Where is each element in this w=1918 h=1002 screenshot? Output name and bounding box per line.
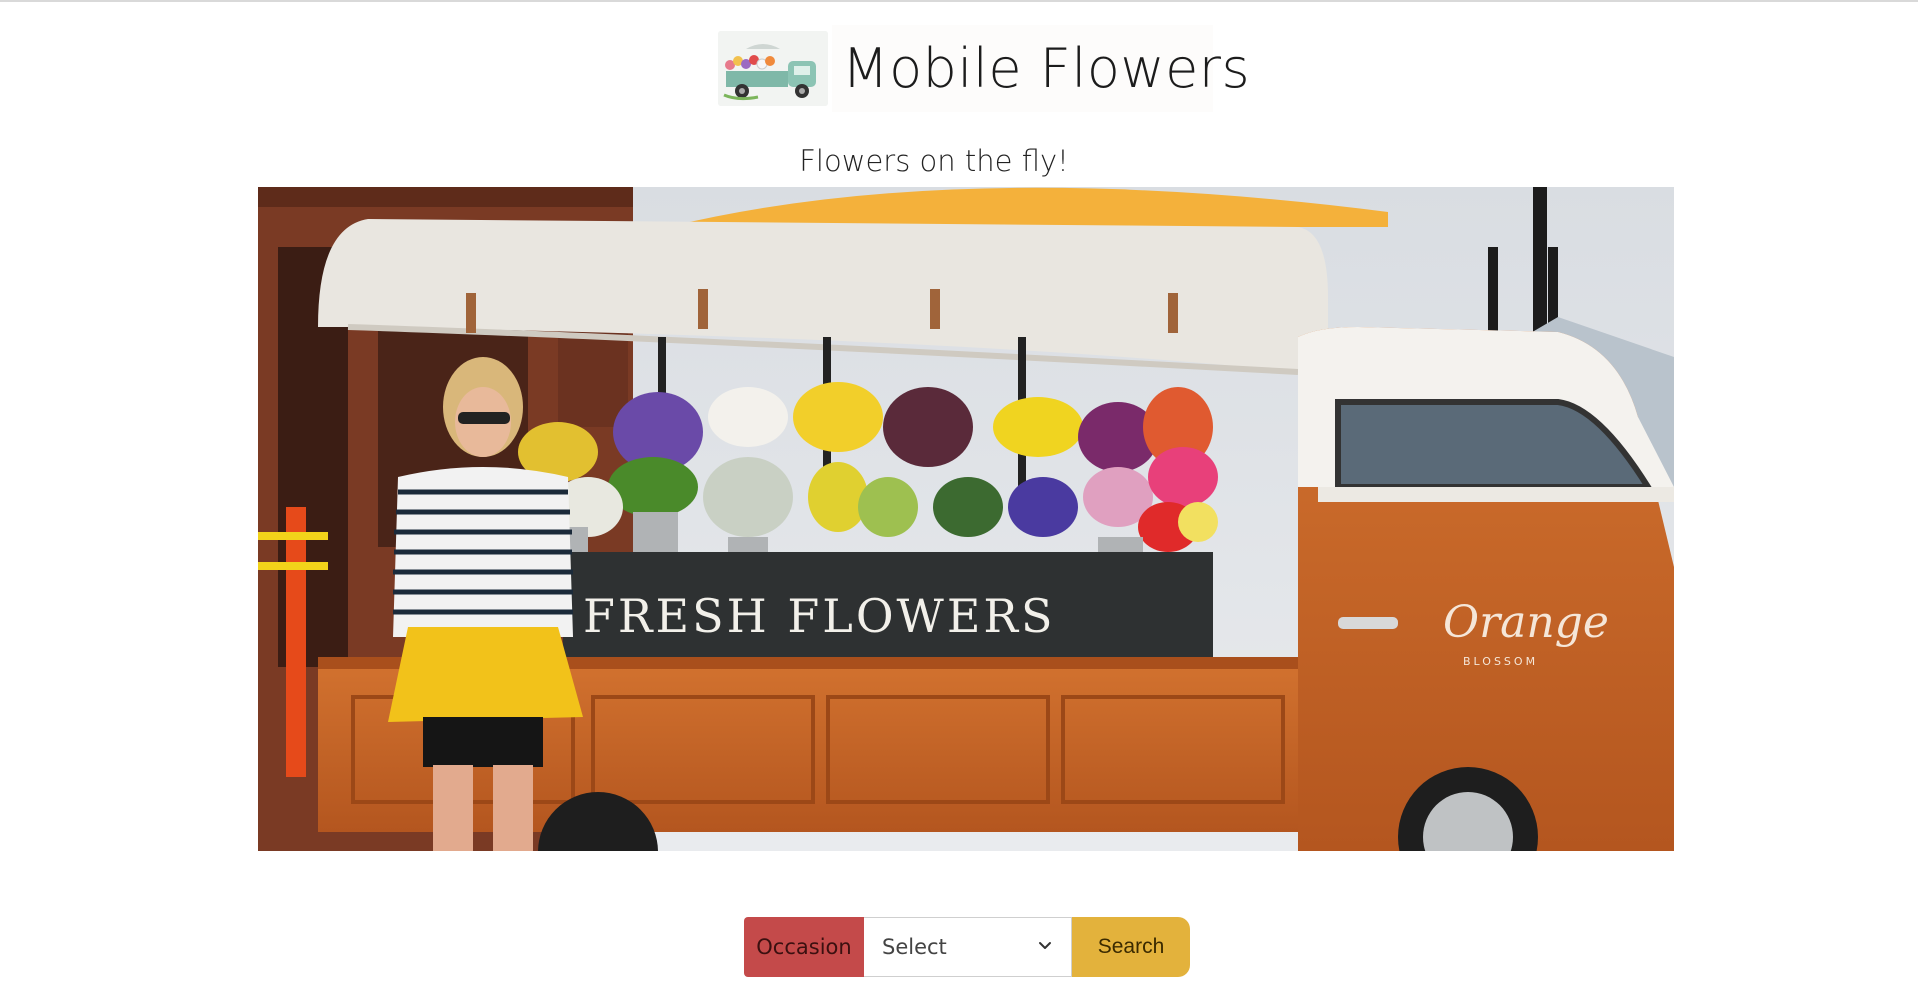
- site-header: Mobile Flowers: [718, 25, 1250, 112]
- top-border: [0, 0, 1918, 2]
- occasion-select[interactable]: Select: [864, 917, 1072, 977]
- occasion-label: Occasion: [744, 917, 864, 977]
- orange-blossom-brand-script: Orange: [1443, 597, 1609, 648]
- occasion-select-value: Select: [882, 935, 947, 959]
- site-title[interactable]: Mobile Flowers: [842, 37, 1250, 100]
- site-title-box: Mobile Flowers: [832, 25, 1250, 112]
- orange-blossom-brand-small: BLOSSOM: [1463, 655, 1538, 668]
- occasion-search-bar: Occasion Select Search: [744, 917, 1190, 977]
- chevron-down-icon: [1039, 942, 1051, 949]
- flower-truck-photo: FRESH FLOWERS Orange BLOSSOM: [258, 187, 1674, 851]
- flower-truck-logo-icon[interactable]: [718, 31, 828, 106]
- tagline: Flowers on the fly!: [799, 144, 1069, 178]
- search-button[interactable]: Search: [1072, 917, 1190, 977]
- hero-image: FRESH FLOWERS Orange BLOSSOM: [258, 187, 1674, 851]
- fresh-flowers-sign: FRESH FLOWERS: [583, 589, 1056, 643]
